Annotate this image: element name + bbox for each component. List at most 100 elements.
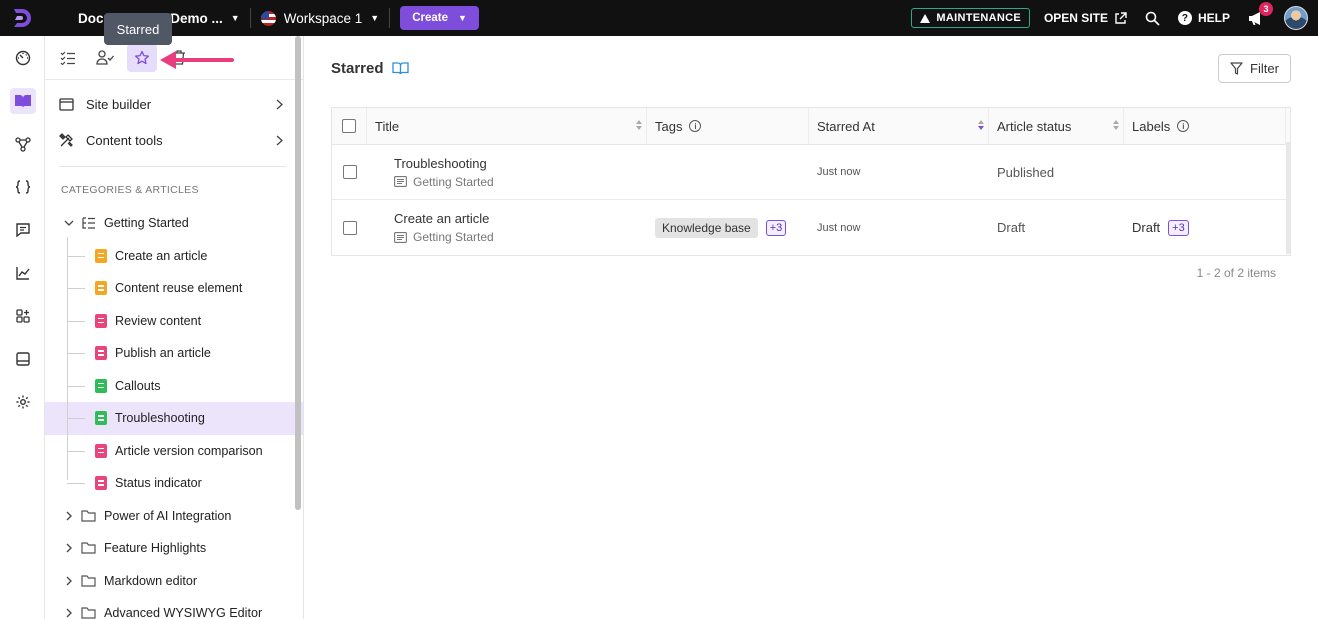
column-title[interactable]: Title: [367, 108, 647, 144]
category-markdown-editor[interactable]: Markdown editor: [45, 565, 303, 598]
sidebar-scrollbar[interactable]: [295, 36, 301, 510]
more-tags-badge[interactable]: +3: [765, 219, 787, 236]
rail-item-api[interactable]: [0, 165, 45, 208]
workflow-icon: [14, 136, 31, 152]
column-article-status[interactable]: Article status: [989, 108, 1124, 144]
category-power-of-ai[interactable]: Power of AI Integration: [45, 500, 303, 533]
table-row[interactable]: Create an article Getting Started Knowle…: [332, 200, 1290, 255]
rail-item-feedback[interactable]: [0, 208, 45, 251]
create-button[interactable]: Create ▼: [400, 6, 479, 30]
table-row[interactable]: Troubleshooting Getting Started Just now…: [332, 145, 1290, 200]
site-builder-link[interactable]: Site builder: [45, 86, 303, 122]
book-open-icon[interactable]: [391, 62, 409, 75]
table-scrollbar[interactable]: [1286, 142, 1290, 254]
rail-item-analytics[interactable]: [0, 251, 45, 294]
sort-icon[interactable]: [1113, 120, 1119, 130]
notifications-button[interactable]: 3: [1248, 1, 1273, 26]
rail-item-workflow[interactable]: [0, 122, 45, 165]
filter-button[interactable]: Filter: [1218, 54, 1291, 83]
label-value: Draft: [1132, 220, 1161, 235]
tag-chip[interactable]: Knowledge base: [655, 217, 758, 238]
article-title-link[interactable]: Troubleshooting: [394, 156, 494, 171]
app-logo-icon[interactable]: [0, 0, 44, 36]
starred-at-value: Just now: [817, 221, 861, 234]
article-label: Review content: [115, 313, 202, 328]
row-checkbox[interactable]: [342, 220, 357, 235]
maintenance-button[interactable]: MAINTENANCE: [911, 8, 1030, 28]
article-callouts[interactable]: Callouts: [45, 370, 303, 403]
select-all-checkbox[interactable]: [342, 119, 356, 133]
apps-icon: [15, 308, 30, 323]
page-title: Starred: [331, 60, 409, 77]
avatar[interactable]: [1284, 6, 1308, 30]
starred-button[interactable]: [127, 43, 157, 72]
article-content-reuse-element[interactable]: Content reuse element: [45, 272, 303, 305]
category-getting-started[interactable]: Getting Started: [45, 207, 303, 240]
chevron-right-icon: [63, 576, 75, 586]
external-link-icon: [1115, 11, 1127, 24]
tags-cell: Knowledge base +3: [647, 200, 809, 255]
article-status-indicator[interactable]: Status indicator: [45, 467, 303, 500]
article-version-comparison[interactable]: Article version comparison: [45, 435, 303, 468]
article-label: Publish an article: [115, 346, 211, 361]
sort-icon[interactable]: [636, 120, 642, 130]
chevron-right-icon: [63, 608, 75, 618]
column-labels: Labels i: [1124, 108, 1286, 144]
rail-item-dashboard[interactable]: [0, 36, 45, 79]
more-labels-badge[interactable]: +3: [1168, 219, 1189, 236]
article-icon: [95, 248, 107, 263]
article-create-an-article[interactable]: Create an article: [45, 240, 303, 273]
column-starred-at[interactable]: Starred At: [809, 108, 989, 144]
documentation-sidebar: Site builder Content tools CATEGORIES & …: [45, 36, 304, 619]
rail-item-widgets[interactable]: [0, 337, 45, 380]
tree-guide-line: [67, 237, 68, 480]
article-publish-an-article[interactable]: Publish an article: [45, 337, 303, 370]
article-category: Getting Started: [394, 175, 494, 189]
title-cell: Troubleshooting Getting Started: [367, 145, 647, 199]
rail-item-settings[interactable]: [0, 380, 45, 423]
category-feature-highlights[interactable]: Feature Highlights: [45, 532, 303, 565]
info-icon[interactable]: i: [1177, 120, 1190, 132]
category-advanced-wysiwyg[interactable]: Advanced WYSIWYG Editor: [45, 597, 303, 619]
rail-item-documentation[interactable]: [0, 79, 45, 122]
help-button[interactable]: ? HELP: [1177, 11, 1230, 25]
chevron-down-icon: ▼: [370, 13, 380, 23]
sort-icon[interactable]: [978, 120, 984, 130]
us-flag-icon: [260, 10, 276, 26]
article-label: Status indicator: [115, 476, 202, 491]
comment-icon: [15, 222, 30, 237]
pagination-summary: 1 - 2 of 2 items: [1196, 266, 1276, 280]
article-icon: [95, 313, 107, 328]
open-site-link[interactable]: OPEN SITE: [1044, 11, 1127, 25]
column-label: Starred At: [817, 118, 875, 134]
article-title-link[interactable]: Create an article: [394, 211, 494, 226]
category-name: Getting Started: [413, 174, 494, 189]
workspace-selector[interactable]: Workspace 1 ▼: [260, 10, 380, 26]
search-button[interactable]: [1145, 11, 1160, 26]
article-icon: [95, 411, 107, 426]
starred-tooltip: Starred: [104, 13, 172, 45]
starred-at-cell: Just now: [809, 200, 989, 255]
rail-item-integrations[interactable]: [0, 294, 45, 337]
article-troubleshooting[interactable]: Troubleshooting: [45, 402, 303, 435]
article-review-content[interactable]: Review content: [45, 305, 303, 338]
row-checkbox[interactable]: [342, 165, 357, 179]
workspace-name: Workspace 1: [283, 10, 363, 26]
info-icon[interactable]: i: [689, 120, 702, 132]
content-tools-link[interactable]: Content tools: [45, 122, 303, 158]
maintenance-label: MAINTENANCE: [936, 12, 1021, 24]
all-articles-button[interactable]: [53, 44, 83, 72]
article-icon: [95, 443, 107, 458]
category-label: Advanced WYSIWYG Editor: [104, 606, 263, 619]
divider: [249, 8, 251, 28]
page-title-text: Starred: [331, 60, 384, 77]
my-articles-button[interactable]: [90, 44, 120, 72]
category-label: Power of AI Integration: [104, 508, 232, 523]
article-icon: [95, 346, 107, 361]
annotation-arrow-icon: [160, 51, 234, 69]
filter-label: Filter: [1250, 61, 1279, 76]
article-label: Article version comparison: [115, 443, 263, 458]
status-cell: Draft: [989, 200, 1124, 255]
content-tools-label: Content tools: [86, 132, 163, 148]
dashboard-icon: [15, 50, 30, 65]
